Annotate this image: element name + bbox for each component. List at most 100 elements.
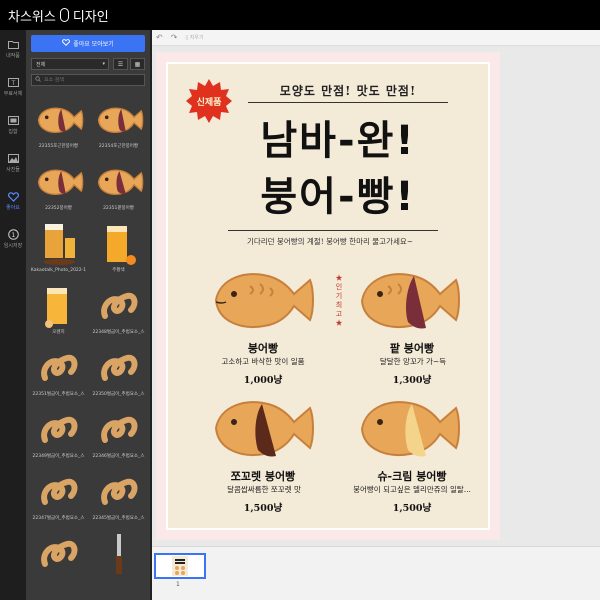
tagline-rule: [228, 230, 438, 231]
page-strip: 1: [152, 546, 600, 600]
favorites-button[interactable]: 좋아요 모아보기: [31, 35, 145, 52]
clear-button[interactable]: ▯ 지우기: [185, 34, 203, 41]
plain-bungeoppang-image[interactable]: [206, 264, 316, 336]
app-title: 차스위스: [8, 9, 56, 25]
asset-tile[interactable]: 오렌지: [30, 278, 87, 338]
list-view-icon[interactable]: ☰: [113, 58, 128, 70]
menu-item-name[interactable]: 붕어빵: [208, 340, 318, 356]
asset-caption: [91, 576, 147, 586]
asset-tile[interactable]: 22346벌금이_추범요소_스: [90, 402, 147, 462]
rail-item-label: 내작품: [6, 52, 20, 59]
category-select-value: 전체: [36, 61, 46, 68]
grid-view-icon[interactable]: ▦: [130, 58, 145, 70]
asset-thumbnail: [33, 98, 85, 142]
left-rail: 내작품 T 무료서체 집합 사진들 좋아요 1 임시저장: [0, 30, 26, 600]
category-select[interactable]: 전체 ▾: [31, 58, 109, 70]
asset-tile[interactable]: 22345벌금이_추범요소_스: [90, 464, 147, 524]
poster-title-line2[interactable]: 붕어-빵!: [198, 164, 478, 222]
asset-grid: 22355포근한붕어빵 22354포근한붕어빵 22352붕어빵 22351팥붕어빵 K…: [30, 92, 148, 586]
asset-tile[interactable]: 22350벌금이_추범요소_스: [90, 340, 147, 400]
rail-item-label: 사진들: [6, 166, 20, 173]
asset-caption: 22348벌금이_추범요소_스: [92, 330, 145, 335]
poster-canvas[interactable]: 신제품 모양도 만점! 맛도 만점! 남바-완! 붕어-빵! 기다리던 붕어빵의…: [166, 62, 490, 530]
asset-caption: 22349벌금이_추범요소_스: [32, 454, 85, 459]
asset-tile[interactable]: 22355포근한붕어빵: [30, 92, 87, 152]
menu-item-price[interactable]: 1,300냥: [352, 372, 472, 386]
rail-item-my-works[interactable]: 내작품: [0, 30, 26, 68]
asset-thumbnail: [93, 470, 145, 514]
app-title-suffix: 디자인: [72, 9, 109, 25]
svg-text:T: T: [10, 80, 15, 87]
editor-area: ↶ ↷ ▯ 지우기 신제품 모양도 만점! 맛도 만점! 남바-완! 붕어-빵!…: [152, 30, 600, 600]
asset-thumbnail: [33, 160, 85, 204]
menu-item-name[interactable]: 쪼꼬렛 붕어빵: [198, 468, 328, 484]
menu-item-name[interactable]: 팥 붕어빵: [352, 340, 472, 356]
menu-item-price[interactable]: 1,500냥: [208, 500, 318, 514]
asset-tile[interactable]: 주황색: [90, 216, 147, 276]
trash-icon: ▯: [185, 35, 189, 41]
menu-item-desc[interactable]: 고소하고 바삭한 맛이 일품: [198, 356, 328, 367]
asset-panel: 좋아요 모아보기 전체 ▾ ☰ ▦ 22355포근한붕어빵 22354포근한붕어빵…: [26, 30, 150, 600]
asset-thumbnail: [93, 408, 145, 452]
redo-icon[interactable]: ↷: [171, 33, 178, 42]
rail-item-photos[interactable]: 사진들: [0, 144, 26, 182]
asset-tile[interactable]: 22347벌금이_추범요소_스: [30, 464, 87, 524]
popular-vertical-label[interactable]: ★ 인 기 최 고 ★: [333, 274, 345, 328]
collection-icon: [7, 116, 19, 126]
badge-text: 신제품: [196, 98, 222, 108]
poster-title-line1[interactable]: 남바-완!: [198, 108, 478, 166]
red-bean-bungeoppang-image[interactable]: [352, 264, 464, 338]
menu-item-desc[interactable]: 달달한 앙꼬가 가~득: [348, 356, 478, 367]
rail-item-collection[interactable]: 집합: [0, 106, 26, 144]
asset-tile[interactable]: 22348벌금이_추범요소_스: [90, 278, 147, 338]
rail-item-likes[interactable]: 좋아요: [0, 182, 26, 220]
asset-caption: [31, 576, 87, 586]
asset-caption: 22354포근한붕어빵: [98, 144, 139, 149]
logo-icon: [59, 8, 69, 22]
asset-caption: 22351팥붕어빵: [103, 206, 134, 211]
poster-subtitle[interactable]: 모양도 만점! 맛도 만점!: [248, 82, 448, 99]
asset-caption: 22346벌금이_추범요소_스: [92, 454, 145, 459]
menu-item-name[interactable]: 슈-크림 붕어빵: [344, 468, 480, 484]
asset-tile[interactable]: [90, 526, 147, 586]
asset-caption: 22352붕어빵: [45, 206, 72, 211]
asset-caption: 22351벌금이_추범요소_스: [32, 392, 85, 397]
asset-tile[interactable]: 22354포근한붕어빵: [90, 92, 147, 152]
chocolate-bungeoppang-image[interactable]: [206, 392, 316, 464]
asset-thumbnail: [93, 98, 145, 142]
search-icon: [35, 76, 41, 84]
asset-thumbnail: [93, 222, 145, 266]
asset-tile[interactable]: 22352붕어빵: [30, 154, 87, 214]
menu-item-desc[interactable]: 달콤쌉싸름한 쪼꼬렛 맛: [192, 484, 336, 495]
asset-caption: 주황색: [112, 268, 125, 273]
menu-item-price[interactable]: 1,000냥: [208, 372, 318, 386]
asset-caption: 22350벌금이_추범요소_스: [92, 392, 145, 397]
asset-tile[interactable]: 22349벌금이_추범요소_스: [30, 402, 87, 462]
asset-tile[interactable]: 22351벌금이_추범요소_스: [30, 340, 87, 400]
font-icon: T: [7, 78, 19, 88]
menu-item-desc[interactable]: 붕어빵이 되고싶은 델리만쥬의 일탈...: [334, 484, 488, 495]
asset-thumbnail: [33, 470, 85, 514]
cream-bungeoppang-image[interactable]: [352, 392, 464, 466]
asset-thumbnail: [33, 222, 85, 266]
chevron-down-icon: ▾: [102, 61, 105, 67]
rail-item-label: 임시저장: [3, 242, 23, 249]
asset-thumbnail: [33, 532, 85, 576]
asset-tile[interactable]: 22351팥붕어빵: [90, 154, 147, 214]
subtitle-rule: [248, 102, 448, 103]
photo-icon: [7, 154, 19, 164]
search-input[interactable]: [44, 77, 144, 83]
rail-item-temp-save[interactable]: 1 임시저장: [0, 220, 26, 258]
asset-thumbnail: [93, 160, 145, 204]
heart-icon: [62, 39, 71, 48]
menu-item-price[interactable]: 1,500냥: [352, 500, 472, 514]
poster-tagline[interactable]: 기다리던 붕어빵의 계절! 붕어빵 한마리 물고가세요~: [188, 236, 472, 247]
asset-tile[interactable]: Kakaotalk_Photo_2022-1: [30, 216, 87, 276]
asset-search: [31, 74, 145, 86]
rail-item-free-fonts[interactable]: T 무료서체: [0, 68, 26, 106]
asset-tile[interactable]: [30, 526, 87, 586]
app-titlebar: 차스위스 디자인: [0, 0, 600, 30]
undo-icon[interactable]: ↶: [156, 33, 163, 42]
asset-thumbnail: [93, 284, 145, 328]
page-thumbnail[interactable]: [154, 553, 206, 579]
